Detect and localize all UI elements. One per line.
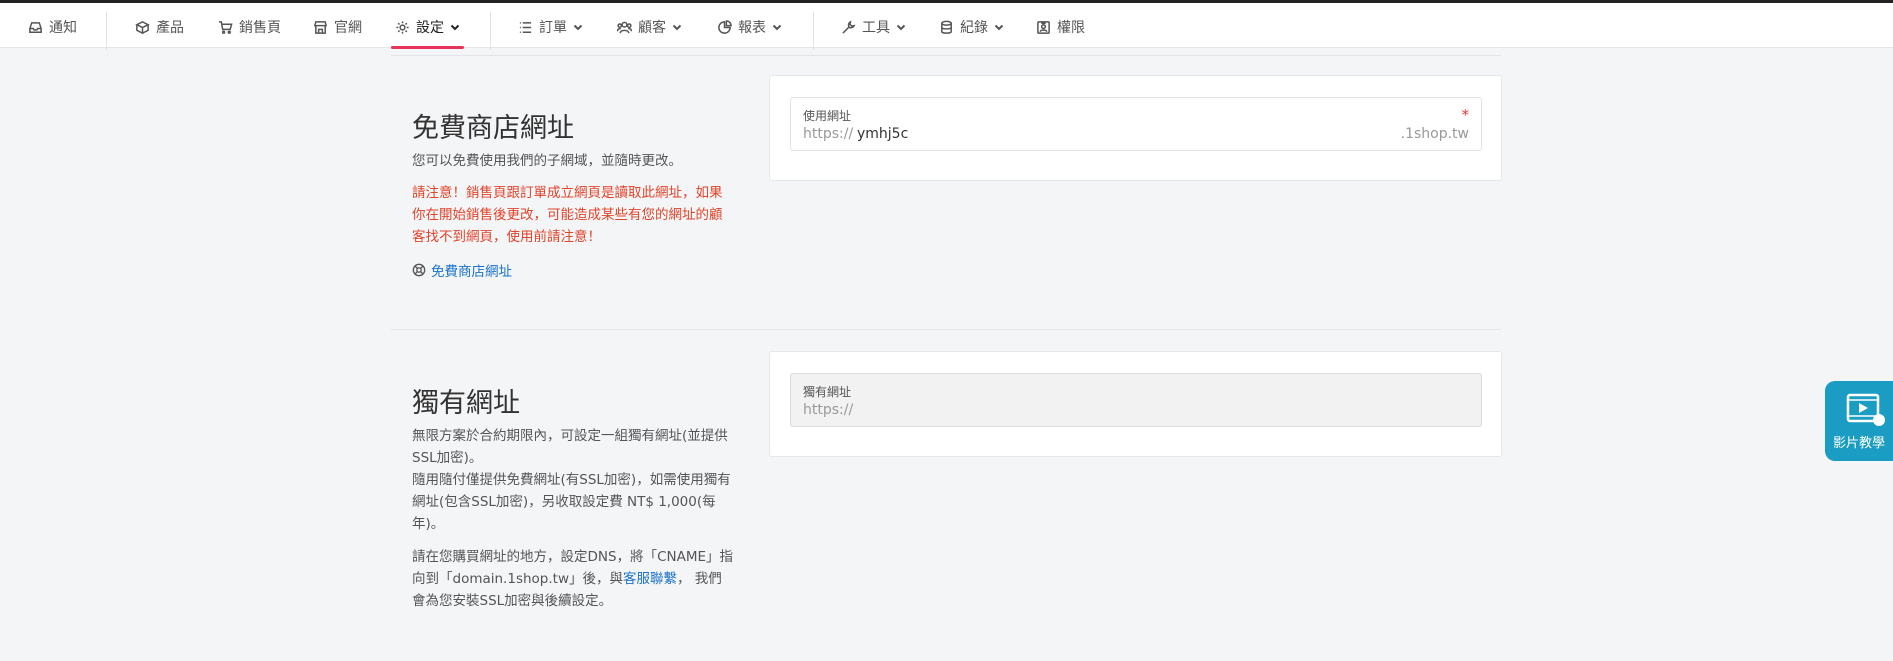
free-domain-warning: 請注意！銷售頁跟訂單成立網頁是讀取此網址，如果你在開始銷售後更改，可能造成某些有… — [412, 185, 723, 245]
nav-settings-label: 設定 — [416, 20, 444, 36]
nav-products-label: 產品 — [156, 20, 184, 36]
pie-chart-icon — [718, 19, 732, 34]
nav-website-label: 官網 — [334, 20, 362, 36]
nav-orders-label: 訂單 — [539, 20, 567, 36]
section-divider — [391, 329, 1501, 330]
custom-domain-input[interactable] — [857, 399, 1357, 421]
nav-website[interactable]: 官網 — [313, 6, 362, 48]
chevron-down-icon — [672, 24, 682, 31]
nav-notice[interactable]: 通知 — [28, 6, 77, 48]
nav-reports-label: 報表 — [738, 20, 766, 36]
free-domain-field-label: 使用網址 — [803, 109, 852, 123]
free-domain-help-label: 免費商店網址 — [431, 264, 512, 280]
custom-domain-description-1: 無限方案於合約期限內，可設定一組獨有網址(並提供SSL加密)。 — [412, 428, 728, 466]
wrench-icon — [842, 19, 856, 34]
free-domain-help-link[interactable]: 免費商店網址 — [412, 260, 512, 280]
lifebuoy-icon — [412, 263, 426, 277]
nav-customers-label: 顧客 — [638, 20, 666, 36]
video-tutorial-button[interactable]: 影片教學 — [1825, 381, 1893, 461]
gear-icon — [396, 20, 409, 34]
customer-service-link[interactable]: 客服聯繫 — [623, 571, 677, 587]
nav-divider — [106, 12, 107, 50]
nav-tools[interactable]: 工具 — [841, 6, 906, 48]
required-mark: * — [1461, 106, 1470, 124]
chevron-down-icon — [573, 24, 583, 31]
nav-orders[interactable]: 訂單 — [518, 6, 583, 48]
video-play-icon — [1846, 393, 1885, 426]
nav-settings[interactable]: 設定 — [391, 6, 464, 49]
box-icon — [135, 20, 150, 34]
subdomain-input[interactable] — [857, 123, 1357, 145]
chevron-down-icon — [896, 24, 906, 31]
nav-sales-page[interactable]: 銷售頁 — [218, 6, 281, 48]
cart-icon — [218, 20, 233, 34]
nav-notice-label: 通知 — [49, 20, 77, 36]
custom-domain-field-label: 獨有網址 — [803, 385, 852, 399]
domain-suffix: .1shop.tw — [1400, 126, 1469, 142]
free-domain-description: 您可以免費使用我們的子網域，並隨時更改。 — [412, 153, 682, 169]
nav-permissions[interactable]: 權限 — [1036, 6, 1085, 48]
users-icon — [617, 21, 632, 33]
database-icon — [941, 20, 952, 34]
custom-domain-description-3: 請在您購買網址的地方，設定DNS，將「CNAME」指向到「domain.1sho… — [412, 546, 735, 612]
custom-domain-title: 獨有網址 — [412, 388, 520, 419]
nav-reports[interactable]: 報表 — [717, 6, 782, 48]
section-divider — [391, 55, 1501, 56]
nav-products[interactable]: 產品 — [135, 6, 184, 48]
nav-sales-page-label: 銷售頁 — [239, 20, 281, 36]
custom-domain-description-2: 隨用隨付僅提供免費網址(有SSL加密)，如需使用獨有網址(包含SSL加密)，另收… — [412, 472, 731, 532]
free-domain-title: 免費商店網址 — [412, 113, 574, 144]
list-icon — [519, 21, 532, 33]
nav-permissions-label: 權限 — [1057, 20, 1085, 36]
nav-tools-label: 工具 — [862, 20, 890, 36]
url-prefix: https:// — [803, 402, 854, 418]
nav-logs-label: 紀錄 — [960, 20, 988, 36]
free-domain-card: 使用網址 * https:// .1shop.tw — [769, 75, 1502, 181]
inbox-icon — [29, 21, 42, 33]
chevron-down-icon — [450, 24, 460, 31]
nav-divider — [813, 12, 814, 50]
chevron-down-icon — [772, 24, 782, 31]
chevron-down-icon — [994, 24, 1004, 31]
top-nav: 通知 產品 銷售頁 官網 設定 訂單 顧客 報表 工具 紀錄 權限 — [0, 0, 1893, 50]
nav-logs[interactable]: 紀錄 — [939, 6, 1004, 48]
custom-domain-card: 獨有網址 https:// — [769, 351, 1502, 457]
custom-domain-field: 獨有網址 https:// — [790, 373, 1482, 427]
nav-divider — [490, 12, 491, 50]
store-icon — [313, 20, 328, 34]
nav-customers[interactable]: 顧客 — [617, 6, 682, 48]
video-tutorial-label: 影片教學 — [1833, 435, 1886, 451]
id-badge-icon — [1037, 20, 1050, 34]
url-prefix: https:// — [803, 126, 854, 142]
free-domain-field: 使用網址 * https:// .1shop.tw — [790, 97, 1482, 151]
